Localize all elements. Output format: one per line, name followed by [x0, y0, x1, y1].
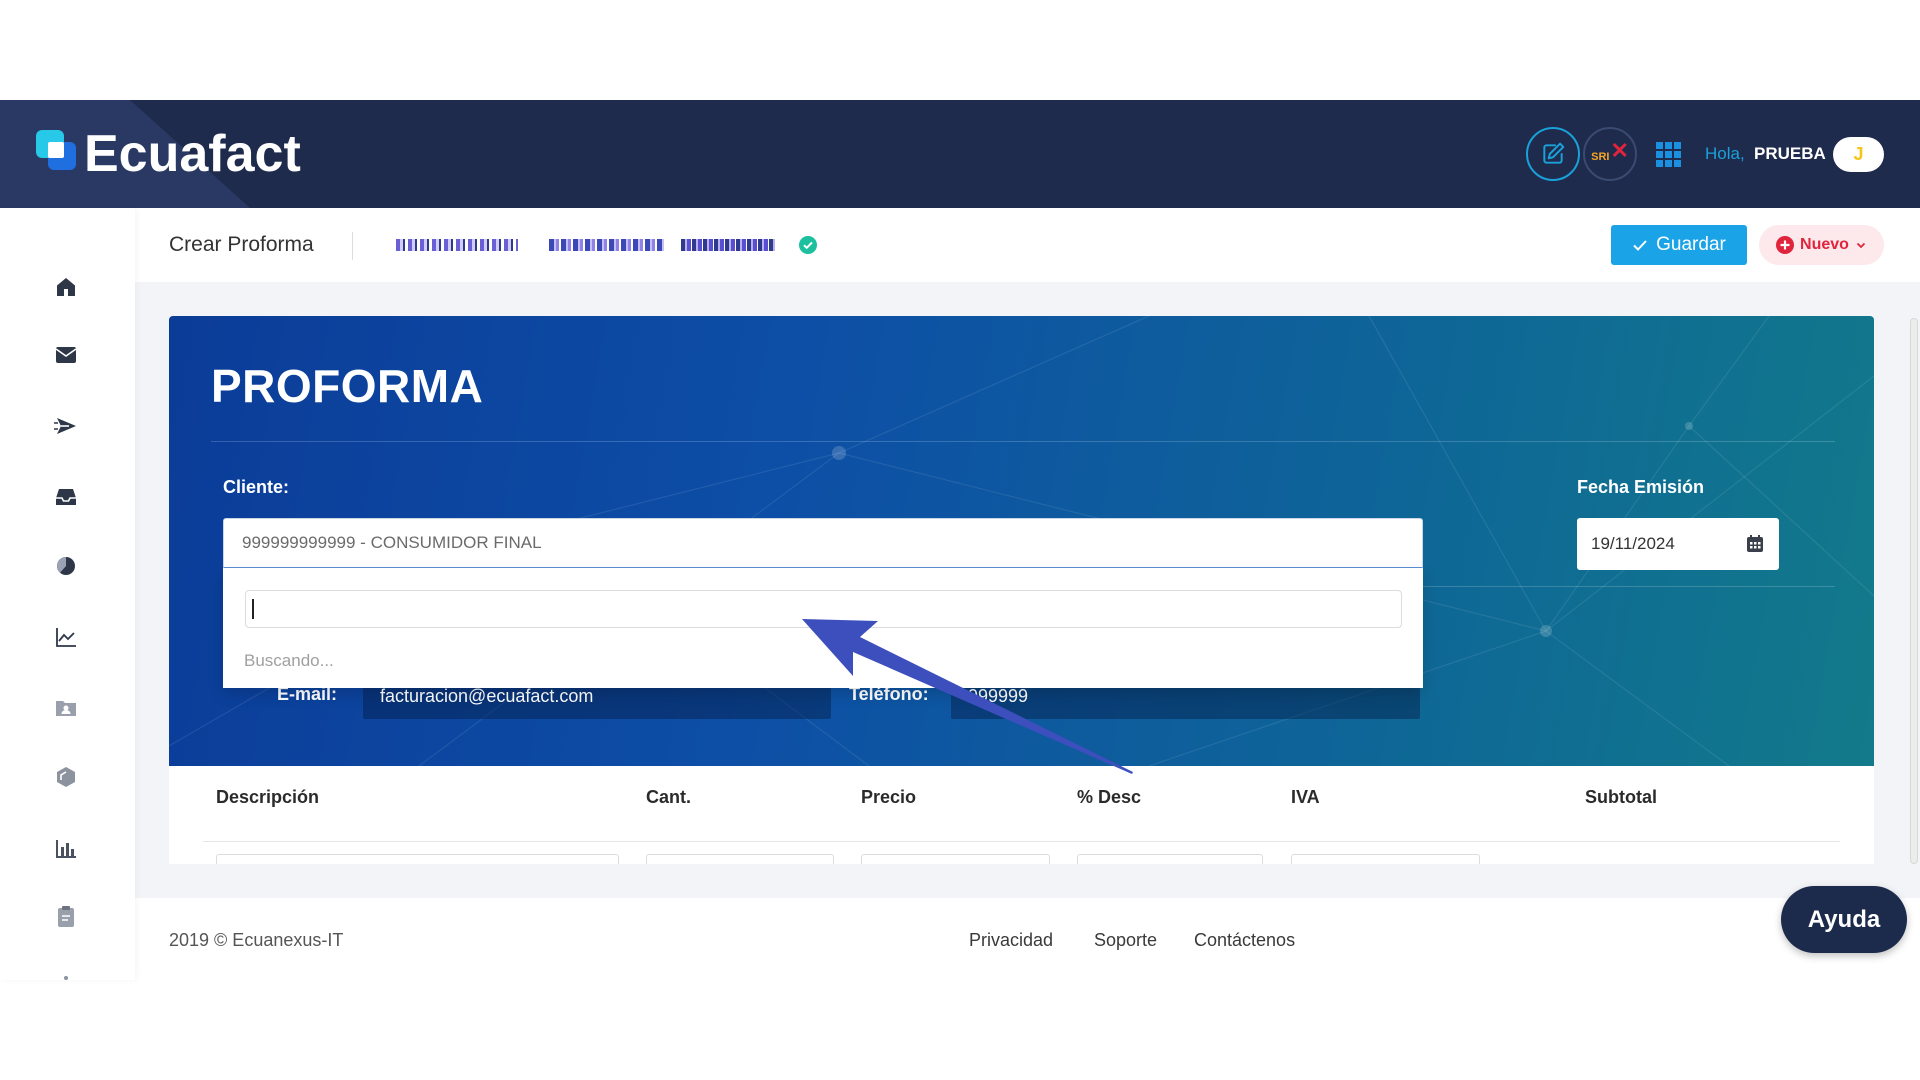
avatar[interactable]: J — [1833, 137, 1884, 172]
inbox-icon[interactable] — [54, 485, 78, 509]
price-input[interactable] — [861, 854, 1050, 864]
mail-icon[interactable] — [54, 343, 78, 367]
description-input[interactable] — [216, 854, 619, 864]
privacy-link[interactable]: Privacidad — [969, 929, 1053, 951]
edit-document-button[interactable] — [1526, 127, 1580, 181]
greeting-text: Hola, — [1705, 144, 1745, 163]
discount-input[interactable] — [1077, 854, 1263, 864]
help-button[interactable]: Ayuda — [1781, 886, 1907, 953]
new-button-label: Nuevo — [1800, 236, 1849, 253]
contacts-folder-icon[interactable] — [54, 696, 78, 720]
check-icon — [1633, 240, 1647, 251]
quantity-input[interactable] — [646, 854, 834, 864]
send-icon[interactable] — [54, 414, 78, 438]
client-dropdown-panel: Buscando... — [223, 568, 1423, 688]
edit-document-icon — [1543, 142, 1565, 164]
company-name-redacted — [681, 239, 775, 251]
logo-text[interactable]: Ecuafact — [84, 128, 301, 180]
save-button[interactable]: Guardar — [1611, 225, 1747, 265]
client-label: Cliente: — [223, 477, 290, 497]
date-divider — [1423, 586, 1835, 587]
contact-link[interactable]: Contáctenos — [1194, 929, 1295, 951]
sri-label: SRI — [1591, 151, 1610, 163]
top-navbar: Ecuafact SRI ✕ Hola, PRUEBA J — [0, 100, 1920, 208]
bar-chart-icon[interactable] — [54, 836, 78, 860]
column-header-subtotal: Subtotal — [1585, 787, 1657, 807]
page-toolbar: Crear Proforma Guardar Nuevo — [135, 208, 1920, 282]
calendar-icon[interactable] — [1745, 534, 1765, 554]
box-icon[interactable] — [54, 765, 78, 789]
document-title: PROFORMA — [211, 360, 484, 412]
new-dropdown-button[interactable]: Nuevo — [1759, 225, 1884, 265]
pie-chart-icon[interactable] — [54, 554, 78, 578]
logo-icon[interactable] — [34, 128, 78, 172]
items-table: Descripción Cant. Precio % Desc IVA Subt… — [169, 766, 1874, 864]
proforma-card: PROFORMA Cliente: Fecha Emisión 99999999… — [169, 316, 1874, 766]
support-link[interactable]: Soporte — [1094, 929, 1157, 951]
table-header-divider — [203, 841, 1840, 842]
footer: 2019 © Ecuanexus-IT Privacidad Soporte C… — [135, 898, 1920, 980]
column-header-description: Descripción — [216, 787, 320, 807]
company-name-redacted — [549, 239, 664, 251]
save-button-label: Guardar — [1656, 234, 1726, 255]
sri-status-button[interactable]: SRI ✕ — [1583, 127, 1637, 181]
copyright-text: 2019 © Ecuanexus-IT — [169, 930, 344, 950]
tax-select[interactable] — [1291, 854, 1480, 864]
line-chart-icon[interactable] — [54, 625, 78, 649]
text-cursor — [252, 599, 254, 619]
column-header-tax: IVA — [1291, 787, 1320, 807]
issue-date-label: Fecha Emisión — [1577, 477, 1705, 497]
user-name[interactable]: PRUEBA — [1754, 144, 1826, 164]
column-header-price: Precio — [861, 787, 917, 807]
column-header-quantity: Cant. — [646, 787, 691, 807]
issue-date-input[interactable]: 19/11/2024 — [1577, 518, 1779, 570]
column-header-discount: % Desc — [1077, 787, 1142, 807]
clipboard-icon[interactable] — [54, 904, 78, 928]
page-scrollbar[interactable] — [1910, 318, 1918, 864]
issue-date-value: 19/11/2024 — [1591, 534, 1675, 553]
home-icon[interactable] — [54, 275, 78, 299]
sidebar-more-indicator — [64, 976, 68, 980]
chevron-down-icon — [1856, 242, 1866, 249]
client-search-input[interactable] — [245, 590, 1402, 628]
search-status: Buscando... — [244, 651, 334, 670]
plus-circle-icon — [1776, 236, 1795, 254]
page-title: Crear Proforma — [169, 233, 314, 256]
toolbar-divider — [352, 232, 353, 260]
apps-grid-icon[interactable] — [1656, 142, 1681, 167]
title-divider — [211, 441, 1835, 442]
verified-check-icon — [799, 236, 817, 254]
sidebar — [0, 208, 135, 980]
company-name-redacted — [396, 239, 518, 251]
client-select[interactable]: 999999999999 - CONSUMIDOR FINAL — [223, 518, 1423, 568]
sri-error-icon: ✕ — [1610, 138, 1629, 163]
